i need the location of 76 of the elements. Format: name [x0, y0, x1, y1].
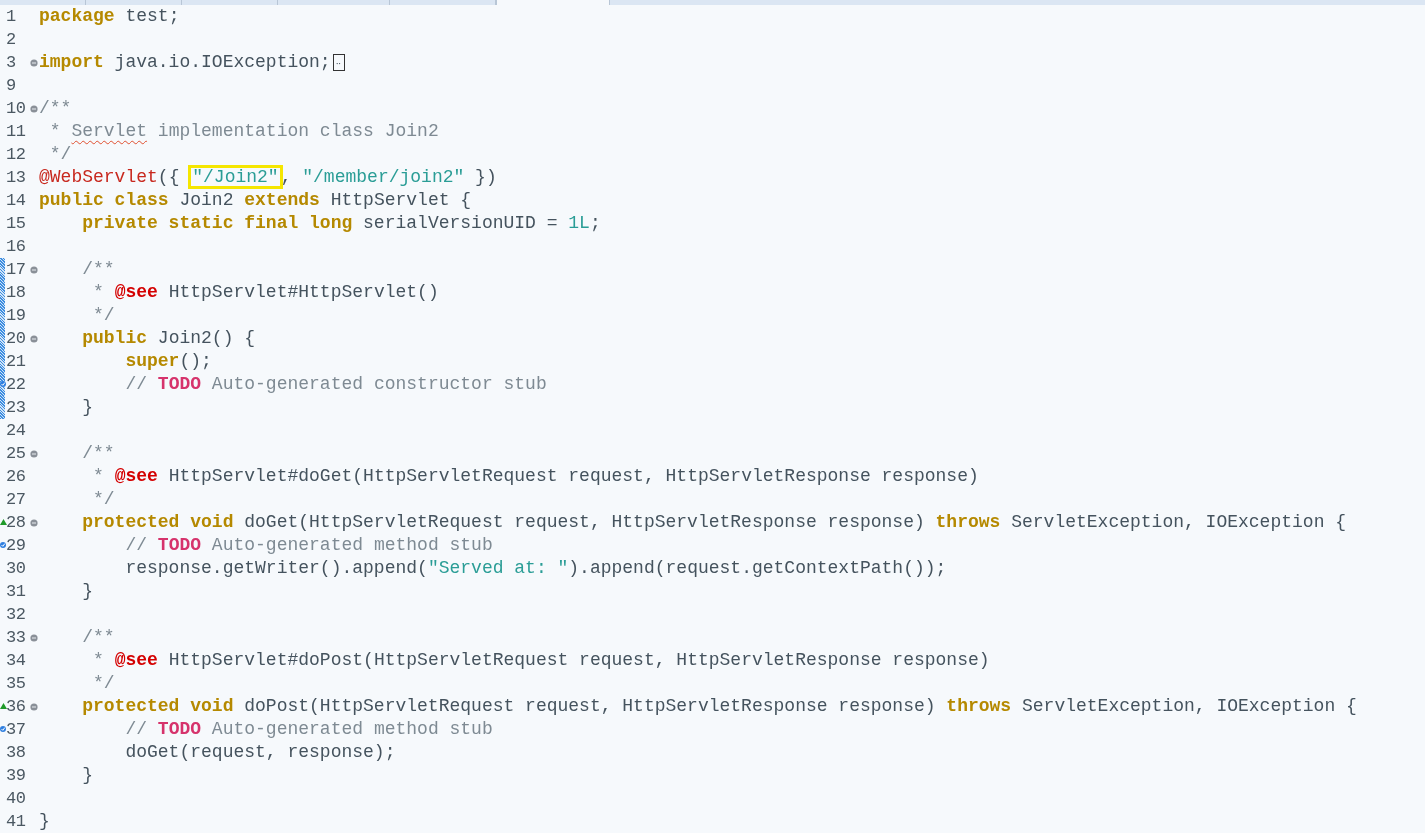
- fold-toggle-icon[interactable]: [30, 334, 38, 343]
- code-line: }: [81, 764, 93, 787]
- line-number: 29: [6, 535, 27, 557]
- line-number: 13: [6, 167, 27, 189]
- code-line: private static final long serialVersionUID = 1L;: [81, 212, 601, 235]
- code-line: /**: [81, 258, 115, 281]
- code-line: response.getWriter().append("Served at: ").append(request.getContextPath());: [124, 557, 947, 580]
- line-number: 15: [6, 213, 27, 235]
- code-line: super();: [124, 350, 212, 373]
- line-number: 9: [6, 75, 17, 97]
- line-number: 31: [6, 581, 27, 603]
- line-number: 16: [6, 236, 27, 258]
- code-line: /**: [81, 442, 115, 465]
- line-number: 23: [6, 397, 27, 419]
- line-number: 18: [6, 282, 27, 304]
- line-number: 10: [6, 98, 27, 120]
- code-line: public class Join2 extends HttpServlet {: [39, 189, 472, 212]
- fold-toggle-icon[interactable]: [30, 104, 38, 113]
- code-line: protected void doPost(HttpServletRequest request, HttpServletResponse response) throws ServletException, IOException {: [81, 695, 1357, 718]
- line-number: 35: [6, 673, 27, 695]
- line-number: 26: [6, 466, 27, 488]
- code-line: @WebServlet({ "/Join2", "/member/join2" }): [39, 166, 497, 189]
- line-number: 41: [6, 811, 27, 833]
- code-line: doGet(request, response);: [124, 741, 396, 764]
- line-number: 30: [6, 558, 27, 580]
- code-line: /**: [39, 97, 72, 120]
- code-line: package test;: [39, 5, 180, 28]
- code-line: */: [48, 143, 72, 166]
- fold-toggle-icon[interactable]: [30, 518, 38, 527]
- line-number: 28: [6, 512, 27, 534]
- fold-toggle-icon[interactable]: [30, 58, 38, 67]
- code-line: // TODO Auto-generated method stub: [124, 718, 493, 741]
- code-line: import java.io.IOException; ‥: [39, 51, 345, 74]
- code-line: */: [92, 672, 115, 695]
- line-number: 32: [6, 604, 27, 626]
- fold-toggle-icon[interactable]: [30, 265, 38, 274]
- code-line: * @see HttpServlet#HttpServlet(): [92, 281, 439, 304]
- override-triangle-icon: [0, 518, 7, 526]
- line-number: 20: [6, 328, 27, 350]
- code-line: * @see HttpServlet#doGet(HttpServletRequest request, HttpServletResponse response): [92, 465, 979, 488]
- line-number: 2: [6, 29, 17, 51]
- line-number: 37: [6, 719, 27, 741]
- code-line: }: [81, 580, 93, 603]
- code-line: /**: [81, 626, 115, 649]
- line-number: 21: [6, 351, 27, 373]
- code-line: * Servlet implementation class Join2: [48, 120, 439, 143]
- line-number: 24: [6, 420, 27, 442]
- code-line: protected void doGet(HttpServletRequest request, HttpServletResponse response) throws ServletException, IOException {: [81, 511, 1347, 534]
- code-line: // TODO Auto-generated method stub: [124, 534, 493, 557]
- line-number: 25: [6, 443, 27, 465]
- code-line: // TODO Auto-generated constructor stub: [124, 373, 547, 396]
- line-number: 11: [6, 121, 27, 143]
- line-number: 19: [6, 305, 27, 327]
- code-line: }: [81, 396, 93, 419]
- code-line: }: [39, 810, 50, 833]
- line-number: 34: [6, 650, 27, 672]
- line-number: 14: [6, 190, 27, 212]
- line-number: 17: [6, 259, 27, 281]
- line-number: 22: [6, 374, 27, 396]
- fold-toggle-icon[interactable]: [30, 449, 38, 458]
- line-number: 40: [6, 788, 27, 810]
- line-number: 39: [6, 765, 27, 787]
- line-number: 12: [6, 144, 27, 166]
- code-line: */: [92, 488, 115, 511]
- code-line: */: [92, 304, 115, 327]
- line-number: 1: [6, 6, 17, 28]
- fold-toggle-icon[interactable]: [30, 702, 38, 711]
- line-number: 3: [6, 52, 17, 74]
- line-number: 36: [6, 696, 27, 718]
- line-number: 33: [6, 627, 27, 649]
- override-triangle-icon: [0, 702, 7, 710]
- fold-toggle-icon[interactable]: [30, 633, 38, 642]
- line-number: 38: [6, 742, 27, 764]
- code-line: * @see HttpServlet#doPost(HttpServletRequest request, HttpServletResponse response): [92, 649, 990, 672]
- code-line: public Join2() {: [81, 327, 256, 350]
- line-number: 27: [6, 489, 27, 511]
